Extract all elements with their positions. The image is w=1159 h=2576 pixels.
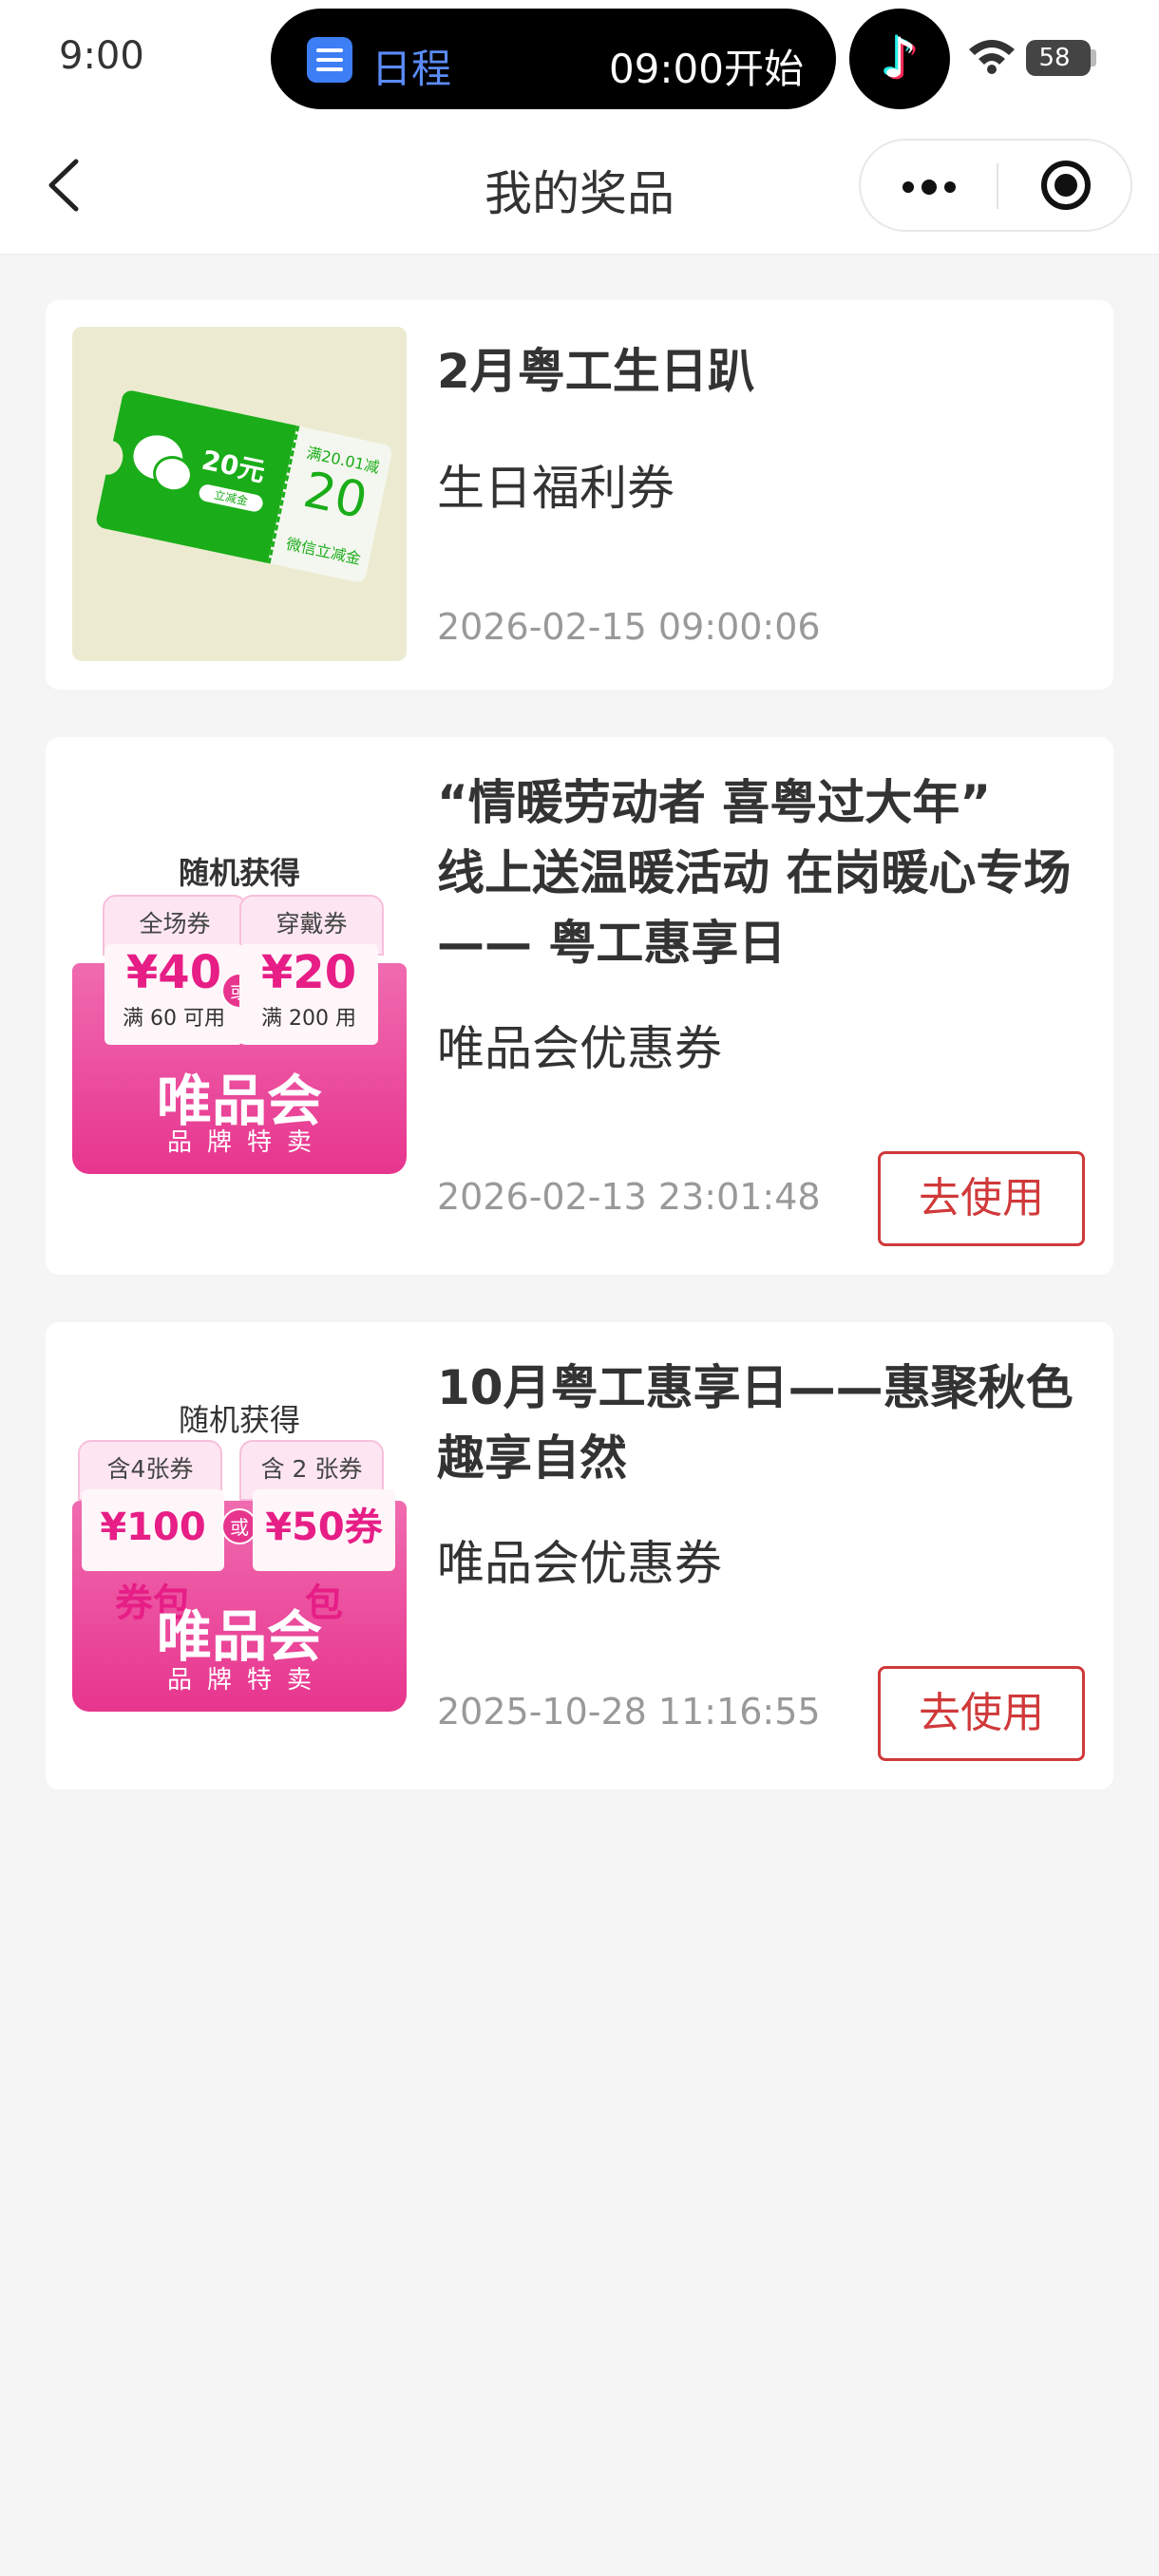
prize-title: 2月粤工生日趴 <box>437 344 755 399</box>
capsule-divider <box>997 163 998 209</box>
coupon-right: ¥20 满 200 用 <box>239 944 378 1045</box>
brand-slogan: 品牌特卖 <box>166 1666 327 1695</box>
status-bar: 9:00 日程 09:00开始 ♪ 58 <box>0 0 1159 116</box>
battery-icon: 58 <box>1026 40 1091 76</box>
prize-type: 唯品会优惠券 <box>437 1021 722 1076</box>
vip-coupon-image: 随机获得 含4张券 含 2 张券 ¥100券包 或 ¥50券包 唯品会 品牌特卖 <box>72 1377 407 1712</box>
miniprogram-capsule <box>859 139 1132 232</box>
prize-title: “情暖劳动者 喜粤过大年” 线上送温暖活动 在岗暖心专场 —— 粤工惠享日 <box>437 767 1085 978</box>
brand-slogan: 品牌特卖 <box>166 1128 327 1157</box>
prize-date: 2025-10-28 11:16:55 <box>437 1691 821 1733</box>
wifi-icon <box>969 40 1015 74</box>
prize-title-line: —— 粤工惠享日 <box>437 916 787 971</box>
use-button[interactable]: 去使用 <box>878 1151 1085 1246</box>
tiktok-icon[interactable]: ♪ <box>849 9 950 109</box>
prize-date: 2026-02-15 09:00:06 <box>437 606 821 648</box>
prize-title-line: 10月粤工惠享日——惠聚秋色 <box>437 1360 1074 1415</box>
voucher-caption: 微信立减金 <box>284 534 363 568</box>
prize-title: 10月粤工惠享日——惠聚秋色 趣享自然 <box>437 1353 1085 1493</box>
coupon-heading: 随机获得 <box>178 855 300 891</box>
close-target-icon[interactable] <box>999 141 1132 230</box>
prize-type: 生日福利券 <box>437 461 674 516</box>
prize-type: 唯品会优惠券 <box>437 1536 722 1591</box>
island-label: 日程 <box>371 46 452 92</box>
battery-level: 58 <box>1038 44 1071 72</box>
back-icon[interactable] <box>38 154 95 217</box>
more-icon[interactable] <box>861 141 996 230</box>
coupon-heading: 随机获得 <box>178 1402 300 1438</box>
prize-card[interactable]: 20元 立减金 满20.01减 20 微信立减金 2月粤工生日趴 生日福利券 2… <box>46 300 1113 690</box>
coupon-right: ¥50券包 <box>253 1489 395 1625</box>
vip-coupon-image: 随机获得 全场券 穿戴券 ¥40 满 60 可用 或 ¥20 满 200 用 唯… <box>72 840 407 1174</box>
status-time: 9:00 <box>59 34 144 78</box>
nav-bar: 我的奖品 <box>0 116 1159 255</box>
dynamic-island[interactable]: 日程 09:00开始 <box>271 9 836 109</box>
prize-title-line: 线上送温暖活动 在岗暖心专场 <box>437 845 1072 900</box>
prize-title-line: 趣享自然 <box>437 1430 627 1486</box>
island-time: 09:00开始 <box>608 46 804 92</box>
prize-card[interactable]: 随机获得 全场券 穿戴券 ¥40 满 60 可用 或 ¥20 满 200 用 唯… <box>46 737 1113 1275</box>
prize-date: 2026-02-13 23:01:48 <box>437 1176 821 1218</box>
prize-title-line: “情暖劳动者 喜粤过大年” <box>437 775 992 830</box>
battery-tip <box>1091 49 1096 66</box>
use-button[interactable]: 去使用 <box>878 1666 1085 1761</box>
wechat-voucher-image: 20元 立减金 满20.01减 20 微信立减金 <box>72 327 407 661</box>
prize-card[interactable]: 随机获得 含4张券 含 2 张券 ¥100券包 或 ¥50券包 唯品会 品牌特卖… <box>46 1322 1113 1790</box>
calendar-icon <box>307 37 352 83</box>
coupon-left: ¥100券包 <box>82 1489 224 1625</box>
